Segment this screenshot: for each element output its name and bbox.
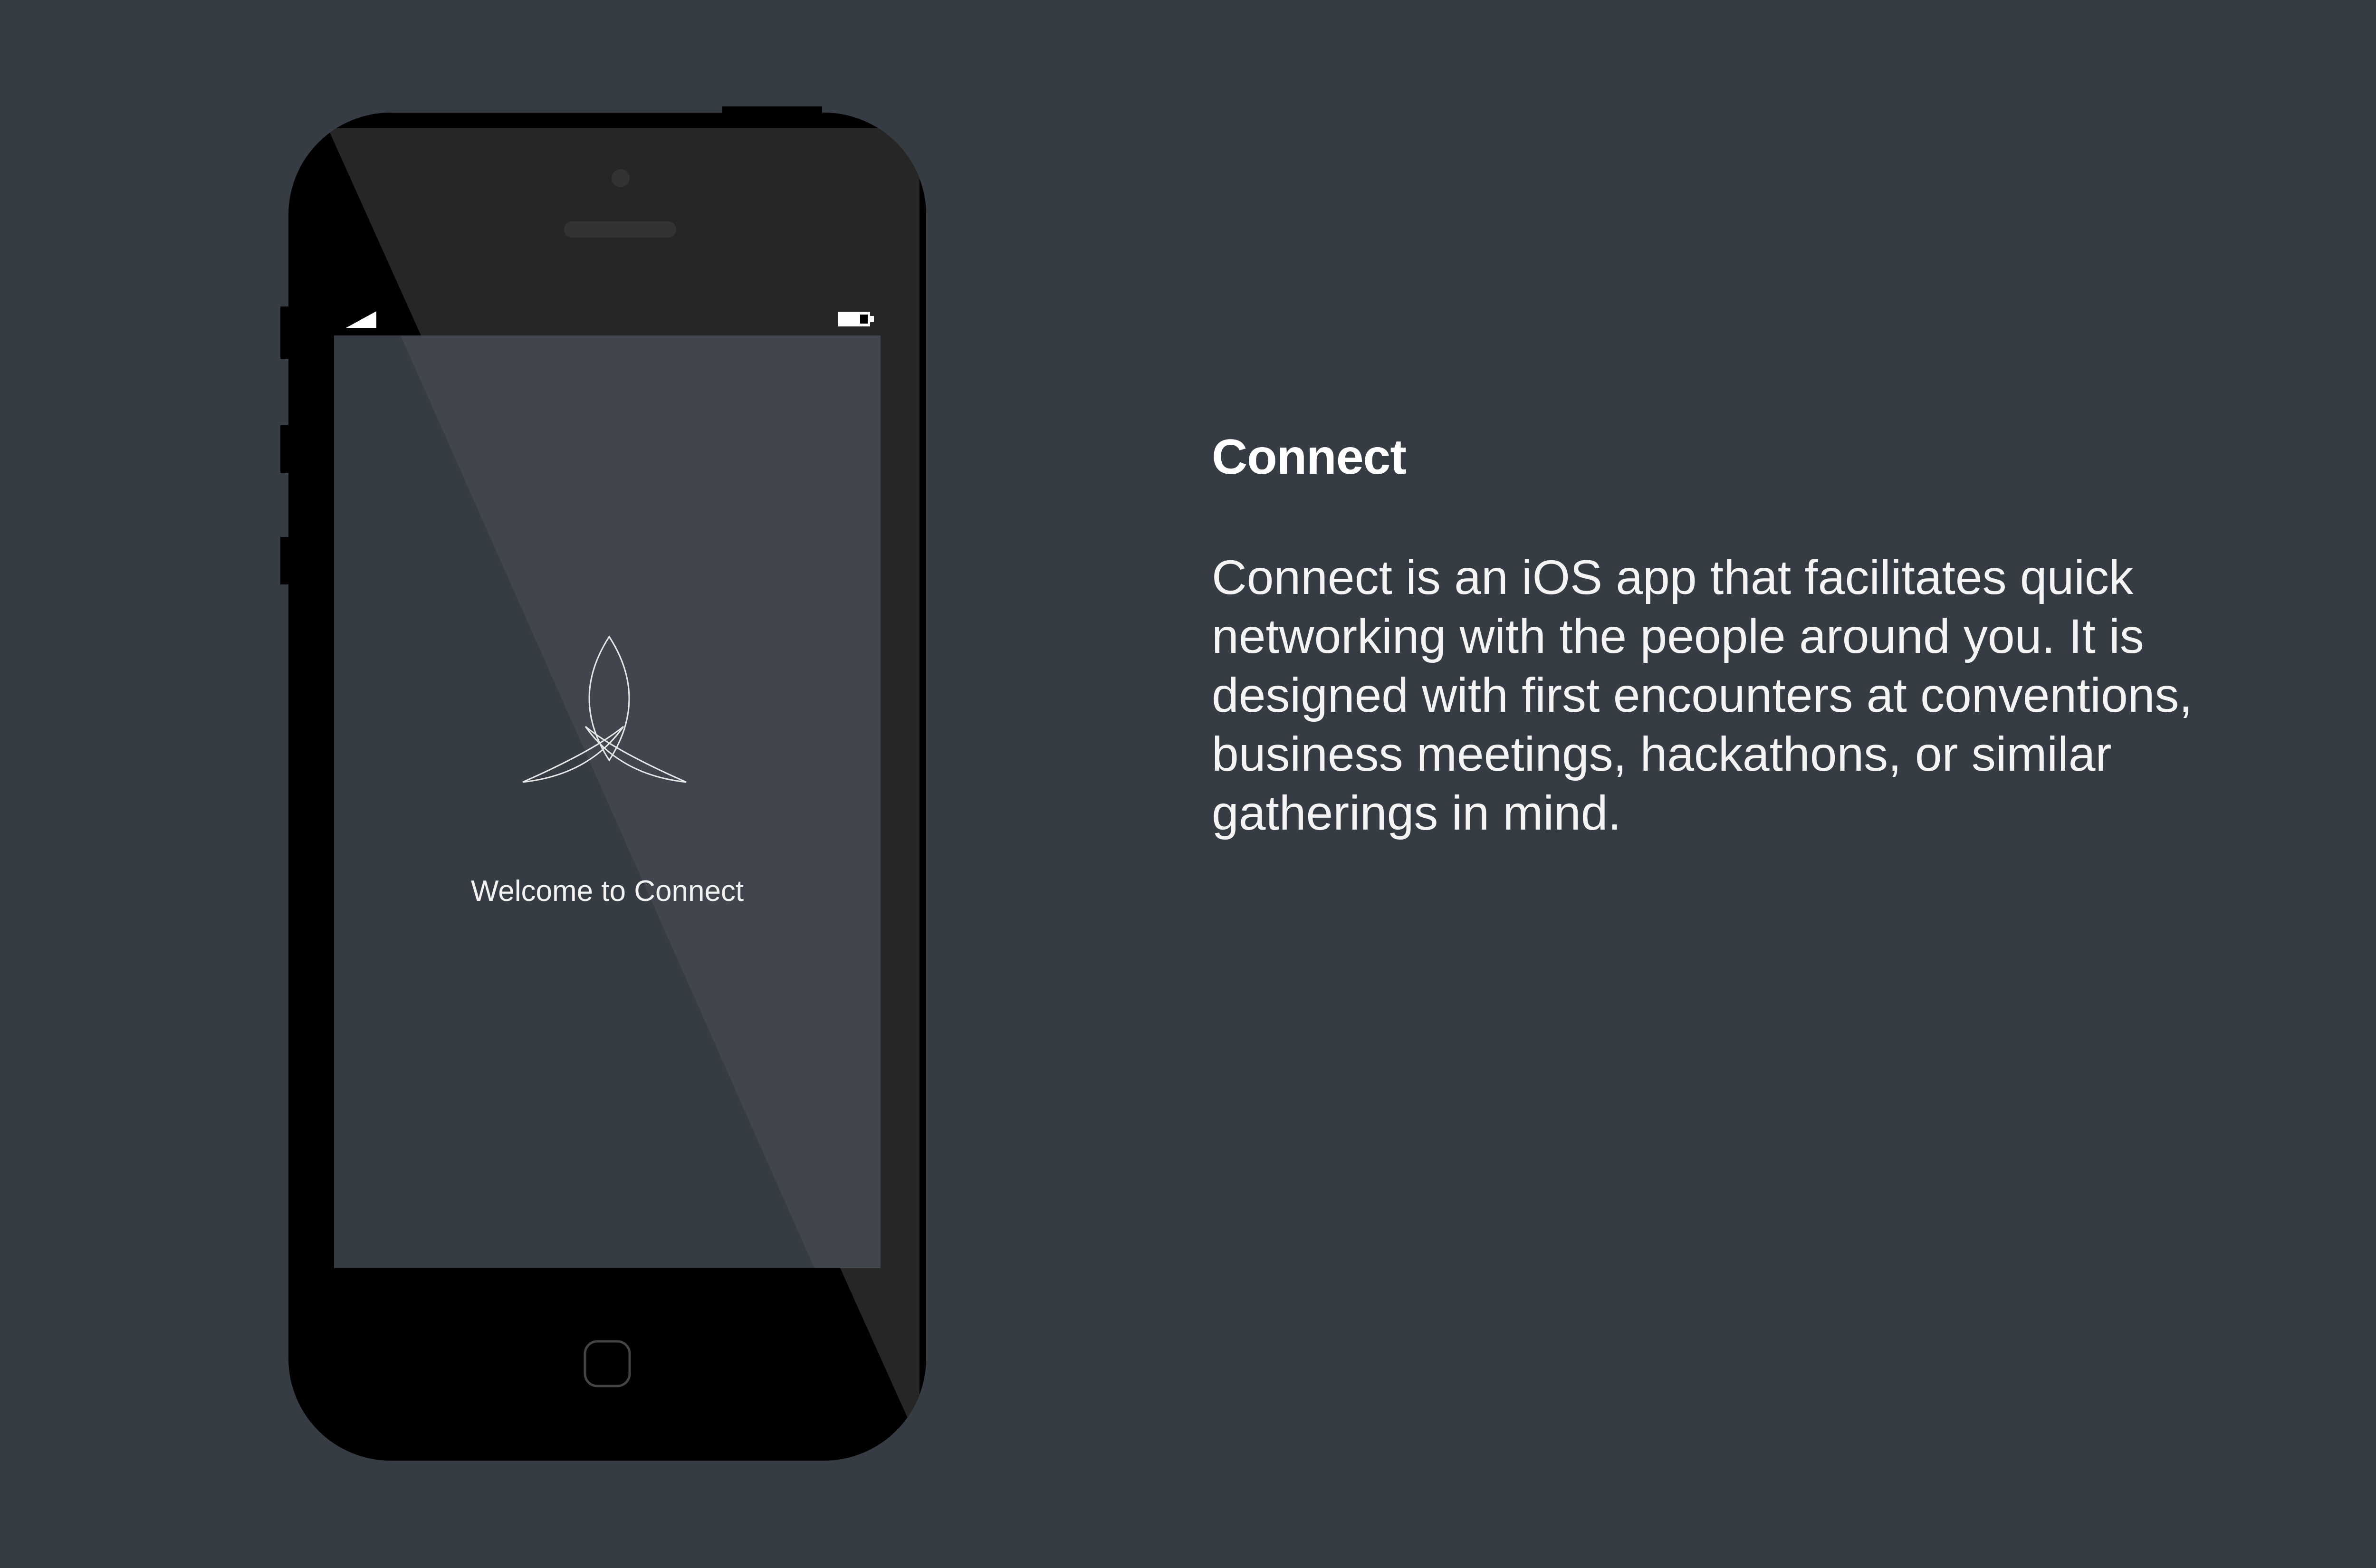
app-description: Connect is an iOS app that facilitates q… [1212,550,2193,840]
battery-icon [838,312,874,326]
welcome-text: Welcome to Connect [470,875,744,908]
app-title: Connect [1212,430,1407,485]
presentation-slide: Welcome to Connect Connect Connect is an… [0,0,2376,1568]
app-info: Connect Connect is an iOS app that facil… [1212,428,2257,842]
front-camera [612,169,630,187]
earpiece-speaker [564,221,676,238]
